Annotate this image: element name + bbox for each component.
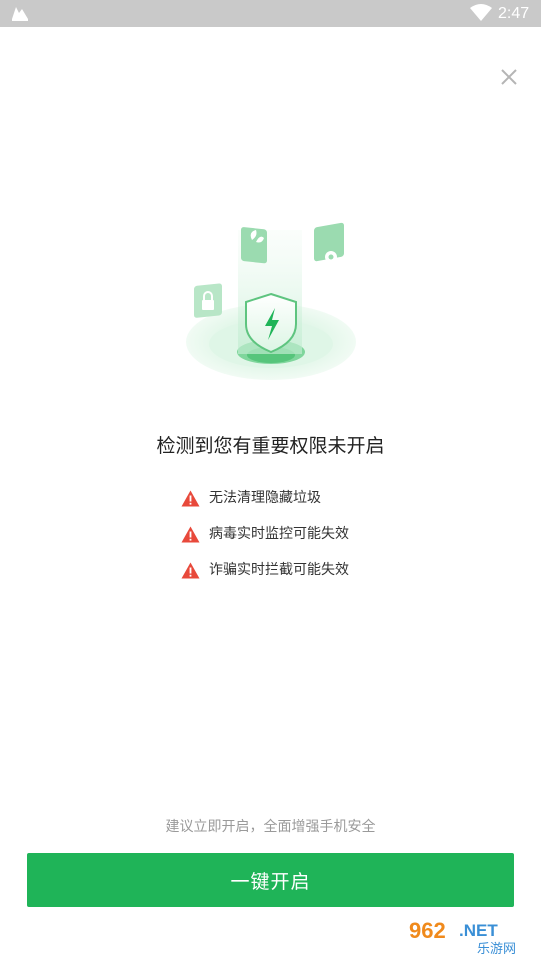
dialog-title: 检测到您有重要权限未开启 — [156, 435, 385, 457]
gear-card-icon — [314, 222, 344, 263]
security-shield-illustration — [186, 222, 356, 380]
hint-text: 建议立即开启，全面增强手机安全 — [165, 819, 376, 835]
android-icon — [12, 7, 28, 21]
watermark-logo: 962 .NET 乐游网 — [401, 914, 537, 957]
warning-icon — [181, 490, 200, 506]
status-bar: 2:47 — [0, 0, 541, 27]
list-item: 诈骗实时拦截可能失效 — [181, 552, 441, 588]
close-icon[interactable] — [496, 64, 522, 90]
svg-text:.NET: .NET — [459, 921, 498, 940]
list-item: 病毒实时监控可能失效 — [181, 516, 441, 552]
warning-text: 病毒实时监控可能失效 — [209, 526, 349, 542]
svg-text:乐游网: 乐游网 — [477, 942, 516, 957]
lock-card-icon — [194, 283, 222, 318]
plant-card-icon — [241, 227, 267, 264]
warning-icon — [181, 562, 200, 578]
warning-icon — [181, 526, 200, 542]
warning-list: 无法清理隐藏垃圾 病毒实时监控可能失效 诈骗实时拦截可能失效 — [181, 480, 441, 588]
status-time: 2:47 — [498, 5, 530, 22]
warning-text: 无法清理隐藏垃圾 — [209, 490, 321, 506]
warning-text: 诈骗实时拦截可能失效 — [209, 562, 349, 578]
list-item: 无法清理隐藏垃圾 — [181, 480, 441, 516]
svg-text:962: 962 — [409, 918, 446, 943]
enable-all-button[interactable]: 一键开启 — [27, 853, 514, 907]
enable-all-button-label: 一键开启 — [230, 870, 311, 893]
wifi-icon — [470, 4, 492, 21]
